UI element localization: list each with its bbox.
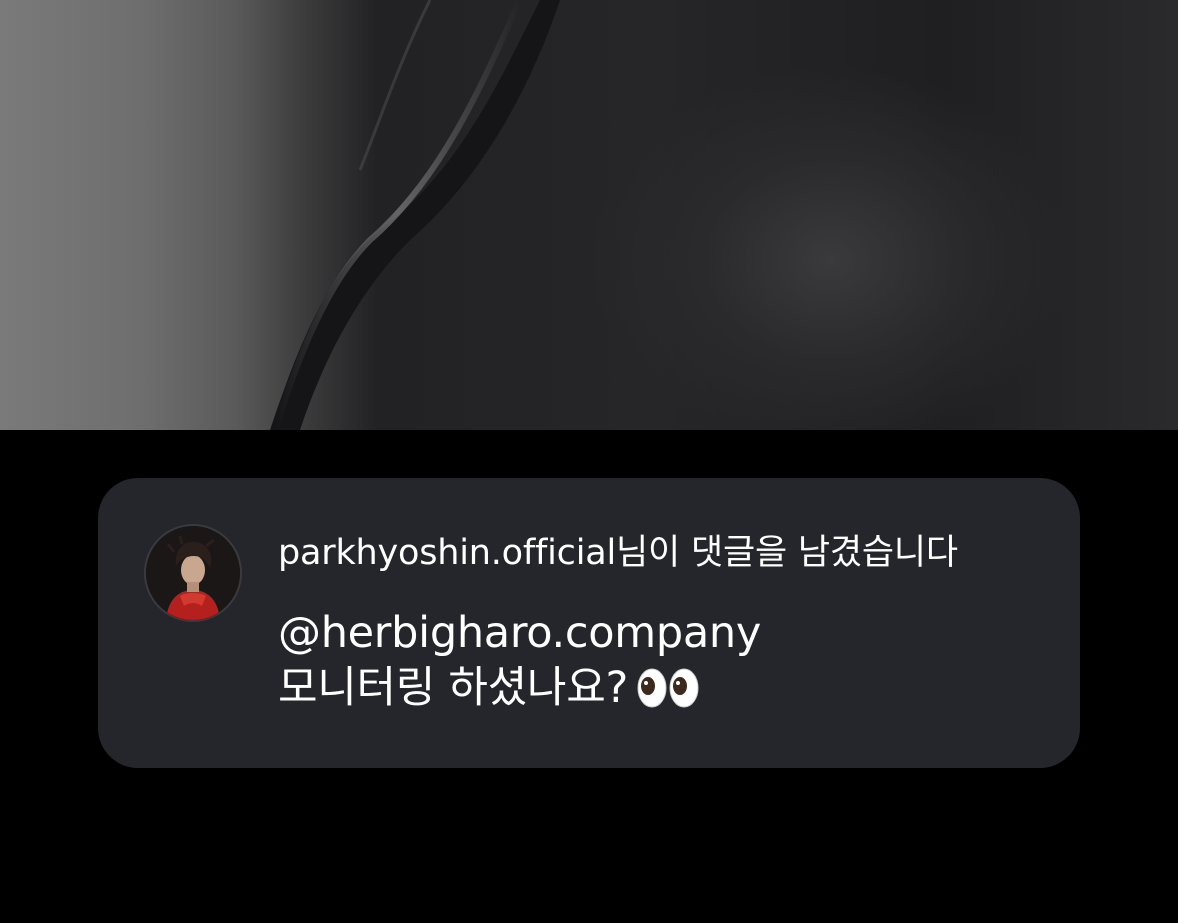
username-link[interactable]: parkhyoshin.official xyxy=(278,533,616,573)
screen: parkhyoshin.official님이 댓글을 남겼습니다 @herbig… xyxy=(0,0,1178,923)
profile-photo xyxy=(146,526,240,620)
comment-mention[interactable]: @herbigharo.company xyxy=(278,606,1058,661)
comment-text: 모니터링 하셨나요? xyxy=(278,663,628,713)
background-video-frame xyxy=(0,0,1178,430)
eyes-emoji-icon xyxy=(637,668,699,708)
action-text: 님이 댓글을 남겼습니다 xyxy=(616,533,958,573)
comment-body: @herbigharo.company 모니터링 하셨나요? xyxy=(278,606,1058,716)
video-light-streak xyxy=(270,0,560,430)
avatar[interactable] xyxy=(146,526,240,620)
comment-text-line: 모니터링 하셨나요? xyxy=(278,661,1058,716)
notification-headline: parkhyoshin.official님이 댓글을 남겼습니다 xyxy=(278,530,1058,576)
